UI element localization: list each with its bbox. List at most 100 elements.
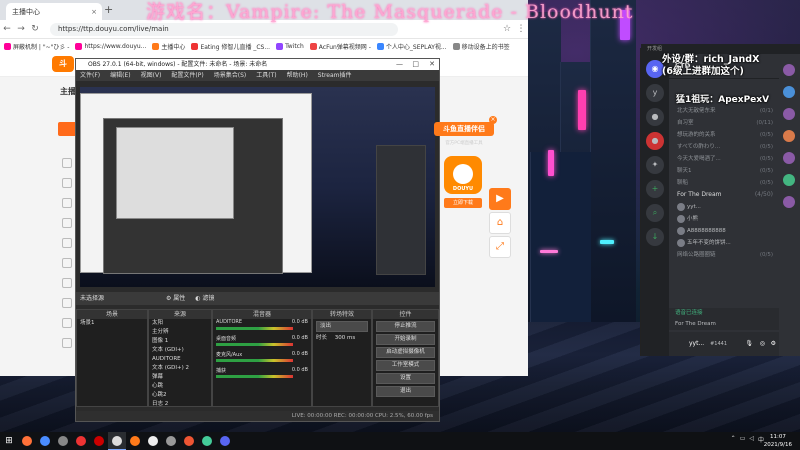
- taskbar-app-icon[interactable]: [162, 432, 180, 450]
- sidebar-icon[interactable]: [62, 278, 72, 288]
- settings-button[interactable]: 设置: [376, 373, 435, 384]
- obs-window[interactable]: OBS 27.0.1 (64-bit, windows) - 配置文件: 未命名…: [75, 58, 440, 422]
- voice-user[interactable]: 小熊: [669, 213, 779, 225]
- home-icon[interactable]: ⌂: [489, 212, 511, 234]
- play-icon[interactable]: ▶: [489, 188, 511, 210]
- member-avatar[interactable]: [783, 196, 795, 208]
- taskbar-app-icon[interactable]: [144, 432, 162, 450]
- reload-icon[interactable]: ↻: [28, 24, 42, 34]
- sidebar-icon[interactable]: [62, 158, 72, 168]
- voice-user[interactable]: yyt...: [669, 201, 779, 213]
- taskbar-app-icon[interactable]: [72, 432, 90, 450]
- scene-item[interactable]: 场景1: [77, 319, 147, 328]
- explore-icon[interactable]: ⌕: [646, 204, 664, 222]
- taskbar-obs-icon[interactable]: [108, 432, 126, 450]
- volume-meter[interactable]: [216, 327, 293, 330]
- volume-meter[interactable]: [216, 343, 293, 346]
- source-item[interactable]: AUDITORE: [149, 355, 211, 364]
- taskbar-app-icon[interactable]: [36, 432, 54, 450]
- member-avatar[interactable]: [783, 152, 795, 164]
- volume-meter[interactable]: [216, 375, 293, 378]
- voice-channel[interactable]: 想玩游的的关系 (0/5): [669, 129, 779, 141]
- back-icon[interactable]: ←: [0, 24, 14, 34]
- stop-streaming-button[interactable]: 停止推流: [376, 321, 435, 332]
- settings-gear-icon[interactable]: ⚙: [771, 332, 776, 356]
- filter-icon[interactable]: ◐: [195, 295, 200, 302]
- transition-select[interactable]: 淡出: [316, 321, 368, 332]
- duration-input[interactable]: 300 ms: [335, 335, 355, 341]
- bookmark-item[interactable]: https://www.douyu...: [75, 42, 146, 50]
- add-server-icon[interactable]: +: [646, 180, 664, 198]
- taskbar-clock[interactable]: 11:07 2021/9/16: [764, 433, 792, 449]
- sidebar-icon[interactable]: [62, 238, 72, 248]
- mic-icon[interactable]: 🎙: [745, 332, 753, 356]
- taskbar-app-icon[interactable]: [198, 432, 216, 450]
- forward-icon[interactable]: →: [14, 24, 28, 34]
- gear-icon[interactable]: ⚙: [166, 295, 171, 302]
- sidebar-icon[interactable]: [62, 218, 72, 228]
- menu-help[interactable]: 帮助(H): [287, 70, 308, 81]
- browser-tab[interactable]: 主播中心 ×: [6, 3, 102, 20]
- bookmark-item[interactable]: Eating 修智儿直播 _CS...: [191, 42, 270, 51]
- source-item[interactable]: 主分辨: [149, 328, 211, 337]
- douyu-promo-card[interactable]: 斗鱼直播伴侣 官方PC端直播工具 DOUYU 立即下载: [434, 120, 494, 212]
- voice-user[interactable]: A8888888888: [669, 225, 779, 237]
- promo-download-button[interactable]: 立即下载: [444, 198, 482, 208]
- start-windows-icon[interactable]: ⊞: [0, 432, 18, 450]
- voice-channel[interactable]: 聊天1 (0/5): [669, 165, 779, 177]
- menu-scene-collection[interactable]: 场景集合(S): [214, 70, 247, 81]
- member-avatar[interactable]: [783, 86, 795, 98]
- douyu-logo[interactable]: 斗: [52, 56, 74, 72]
- server-icon[interactable]: ●: [646, 108, 664, 126]
- bookmark-item[interactable]: 移动设备上的书签: [452, 42, 510, 51]
- member-avatar[interactable]: [783, 108, 795, 120]
- promo-close-icon[interactable]: ×: [489, 116, 497, 124]
- source-item[interactable]: 文本 (GDI+) 2: [149, 364, 211, 373]
- voice-channel[interactable]: 聊船 (0/5): [669, 177, 779, 189]
- sidebar-icon[interactable]: [62, 258, 72, 268]
- menu-stream-plugin[interactable]: Stream插件: [318, 70, 352, 81]
- voice-channel[interactable]: 自习室 (0/11): [669, 117, 779, 129]
- bookmark-star-icon[interactable]: ☆: [500, 24, 514, 34]
- menu-edit[interactable]: 编辑(E): [110, 70, 130, 81]
- tray-expand-icon[interactable]: ⌃: [731, 435, 736, 444]
- voice-user[interactable]: 五年不变的饼饼...: [669, 237, 779, 249]
- close-icon[interactable]: ✕: [429, 59, 435, 70]
- bookmark-item[interactable]: 主播中心: [152, 42, 185, 51]
- taskbar-app-icon[interactable]: [18, 432, 36, 450]
- server-icon[interactable]: y: [646, 84, 664, 102]
- taskbar-app-icon[interactable]: [180, 432, 198, 450]
- taskbar-app-icon[interactable]: [126, 432, 144, 450]
- bookmark-item[interactable]: 屏蔽机制 | "~"ひ彡 -: [4, 42, 69, 51]
- exit-button[interactable]: 退出: [376, 386, 435, 397]
- voice-channel[interactable]: 网络公路圈圈链 (0/5): [669, 249, 779, 261]
- menu-view[interactable]: 视图(V): [141, 70, 162, 81]
- bookmark-item[interactable]: Twitch: [276, 42, 304, 50]
- member-avatar[interactable]: [783, 130, 795, 142]
- virtual-camera-button[interactable]: 启动虚拟摄像机: [376, 347, 435, 358]
- member-avatar[interactable]: [783, 64, 795, 76]
- sidebar-icon[interactable]: [62, 298, 72, 308]
- filters-button[interactable]: 滤镜: [202, 295, 214, 302]
- sidebar-icon[interactable]: [62, 338, 72, 348]
- network-icon[interactable]: ▭: [740, 435, 746, 444]
- start-recording-button[interactable]: 开始录制: [376, 334, 435, 345]
- new-tab-icon[interactable]: +: [104, 3, 113, 16]
- minimize-icon[interactable]: —: [396, 59, 403, 70]
- source-item[interactable]: 日志 2: [149, 400, 211, 409]
- source-item[interactable]: 心跳: [149, 382, 211, 391]
- voice-channel[interactable]: 今天大爱喝酒了... (0/5): [669, 153, 779, 165]
- expand-icon[interactable]: ⤢: [489, 236, 511, 258]
- server-icon[interactable]: ●: [646, 132, 664, 150]
- source-item[interactable]: 文本 (GDI+): [149, 346, 211, 355]
- taskbar-app-icon[interactable]: [54, 432, 72, 450]
- sidebar-icon[interactable]: [62, 198, 72, 208]
- server-icon[interactable]: ✦: [646, 156, 664, 174]
- taskbar-app-icon[interactable]: [90, 432, 108, 450]
- bookmark-item[interactable]: AcFun弹幕视频网 -: [309, 42, 371, 51]
- source-item[interactable]: 图像 1: [149, 337, 211, 346]
- active-voice-channel[interactable]: For The Dream (4/50): [669, 189, 779, 201]
- maximize-icon[interactable]: □: [412, 59, 419, 70]
- member-avatar[interactable]: [783, 174, 795, 186]
- bookmark-item[interactable]: 个人中心_SEPLAY视...: [376, 42, 447, 51]
